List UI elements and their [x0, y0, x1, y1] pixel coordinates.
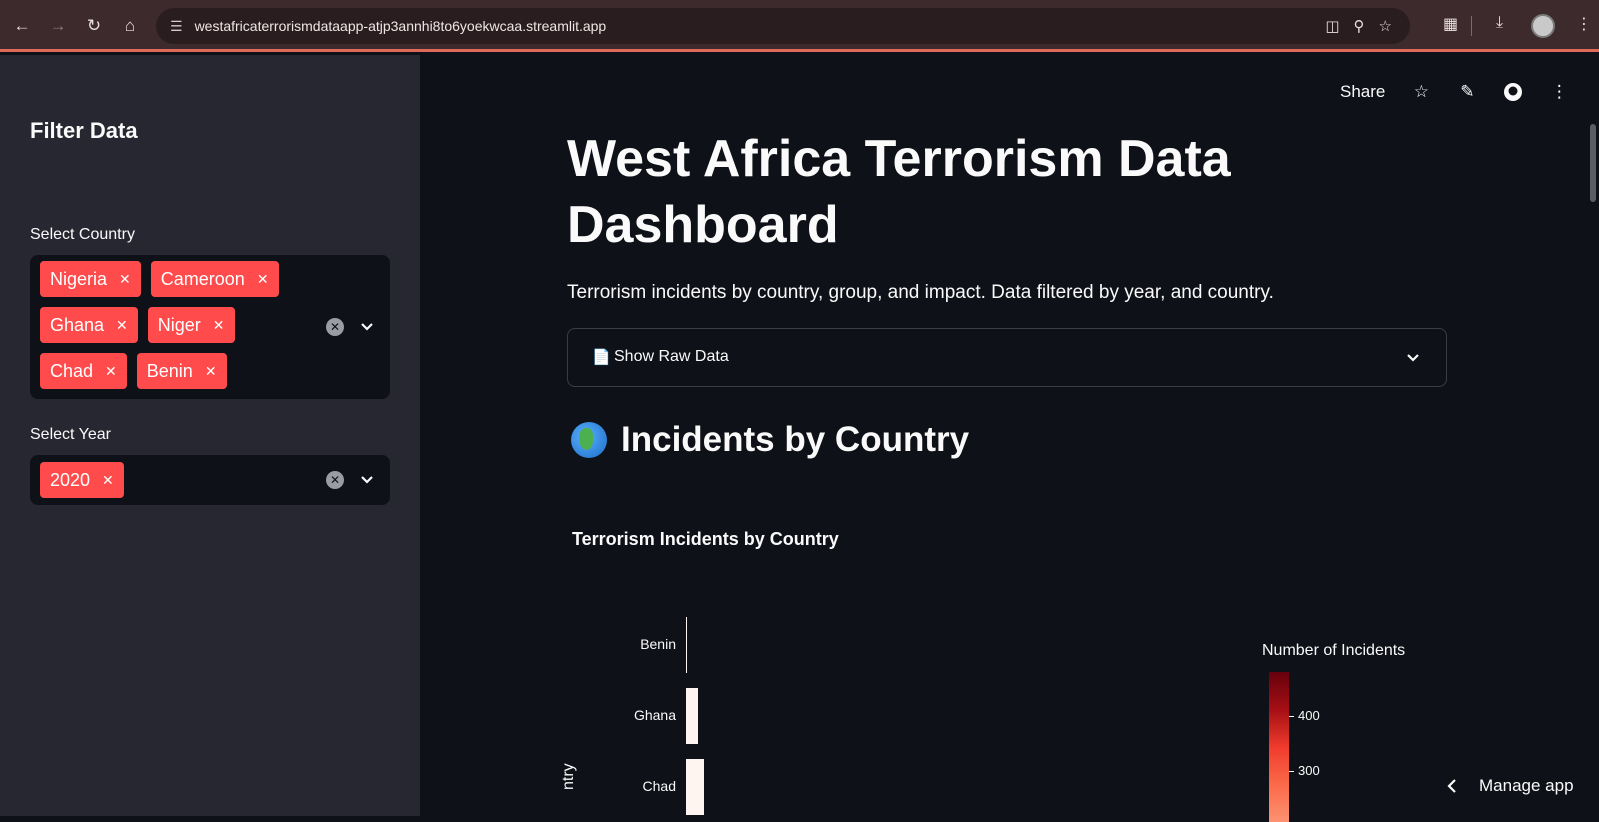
back-icon[interactable]: ←	[10, 14, 34, 38]
profile-avatar[interactable]	[1531, 14, 1555, 38]
chevron-down-icon[interactable]	[1406, 351, 1420, 365]
year-tags: 2020 ✕	[40, 462, 320, 498]
globe-icon	[571, 422, 607, 458]
bookmark-star-icon[interactable]: ☆	[1379, 17, 1392, 35]
bar-category-label: Ghana	[633, 707, 676, 723]
country-select-label: Select Country	[30, 226, 135, 243]
country-tag[interactable]: Nigeria ✕	[40, 261, 141, 297]
chevron-left-icon	[1447, 779, 1456, 793]
country-tag[interactable]: Ghana ✕	[40, 307, 138, 343]
country-tag[interactable]: Benin ✕	[136, 353, 227, 389]
install-app-icon[interactable]: ◫	[1325, 17, 1339, 35]
colorbar-tick-label: 300	[1298, 763, 1320, 778]
bar-category-label: Benin	[640, 636, 676, 652]
y-axis-label: ntry	[560, 763, 577, 790]
chart-title: Terrorism Incidents by Country	[572, 529, 839, 549]
chevron-down-icon[interactable]	[360, 320, 374, 334]
github-icon[interactable]	[1503, 82, 1523, 102]
more-menu-icon[interactable]: ⋮	[1549, 82, 1569, 102]
remove-tag-icon[interactable]: ✕	[205, 363, 217, 380]
clear-all-icon[interactable]: ✕	[326, 318, 344, 336]
sidebar-title: Filter Data	[30, 118, 138, 143]
remove-tag-icon[interactable]: ✕	[116, 317, 128, 334]
scrollbar-thumb[interactable]	[1590, 124, 1596, 202]
bar-ghana[interactable]	[686, 688, 698, 744]
year-select-label: Select Year	[30, 426, 111, 443]
remove-tag-icon[interactable]: ✕	[102, 472, 114, 489]
page-subtitle: Terrorism incidents by country, group, a…	[567, 282, 1274, 303]
bar-category-label: Chad	[642, 778, 676, 794]
chevron-down-icon[interactable]	[360, 473, 374, 487]
colorbar	[1269, 672, 1289, 822]
site-info-icon[interactable]: ☰	[170, 18, 183, 35]
address-bar[interactable]: ☰ westafricaterrorismdataapp-atjp3annhi8…	[156, 8, 1410, 44]
colorbar-title: Number of Incidents	[1262, 642, 1406, 659]
forward-icon[interactable]: →	[46, 14, 70, 38]
expander-label: Show Raw Data	[614, 348, 729, 365]
remove-tag-icon[interactable]: ✕	[257, 271, 269, 288]
download-icon[interactable]: ⤓	[1496, 14, 1503, 32]
year-tag[interactable]: 2020 ✕	[40, 462, 124, 498]
app-toolbar: Share ☆ ✎ ⋮	[1340, 82, 1569, 102]
document-icon: 📄	[592, 349, 611, 366]
zoom-icon[interactable]: ⚲	[1354, 17, 1365, 35]
share-button[interactable]: Share	[1340, 82, 1385, 102]
browser-toolbar: ← → ↻ ⌂ ☰ westafricaterrorismdataapp-atj…	[0, 0, 1599, 52]
remove-tag-icon[interactable]: ✕	[213, 317, 225, 334]
star-icon[interactable]: ☆	[1411, 82, 1431, 102]
remove-tag-icon[interactable]: ✕	[105, 363, 117, 380]
url-text: westafricaterrorismdataapp-atjp3annhi8to…	[194, 18, 607, 34]
manage-app-button[interactable]: Manage app	[1447, 776, 1574, 796]
home-icon[interactable]: ⌂	[118, 14, 142, 38]
colorbar-tick	[1289, 771, 1294, 772]
bar-benin[interactable]	[686, 617, 688, 673]
reload-icon[interactable]: ↻	[82, 14, 106, 38]
colorbar-tick	[1289, 716, 1294, 717]
edit-pencil-icon[interactable]: ✎	[1457, 82, 1477, 102]
browser-menu-icon[interactable]: ⋮	[1576, 14, 1592, 34]
colorbar-tick-label: 400	[1298, 708, 1320, 723]
page-title: West Africa Terrorism Data Dashboard	[567, 130, 1231, 254]
remove-tag-icon[interactable]: ✕	[119, 271, 131, 288]
raw-data-expander[interactable]: 📄 Show Raw Data	[567, 328, 1447, 387]
toolbar-divider	[1471, 16, 1472, 36]
bar-chad[interactable]	[686, 759, 704, 815]
country-tag[interactable]: Niger ✕	[147, 307, 235, 343]
country-tag[interactable]: Chad ✕	[40, 353, 127, 389]
country-tag[interactable]: Cameroon ✕	[150, 261, 279, 297]
country-tags: Nigeria ✕ Cameroon ✕ Ghana ✕ Niger ✕ Chad ✕ B…	[40, 261, 310, 389]
section-heading: Incidents by Country	[571, 420, 969, 460]
year-multiselect[interactable]: 2020 ✕ ✕	[30, 455, 390, 505]
clear-all-icon[interactable]: ✕	[326, 471, 344, 489]
extensions-icon[interactable]: ▦	[1443, 14, 1458, 34]
country-multiselect[interactable]: Nigeria ✕ Cameroon ✕ Ghana ✕ Niger ✕ Chad ✕ B…	[30, 255, 390, 399]
